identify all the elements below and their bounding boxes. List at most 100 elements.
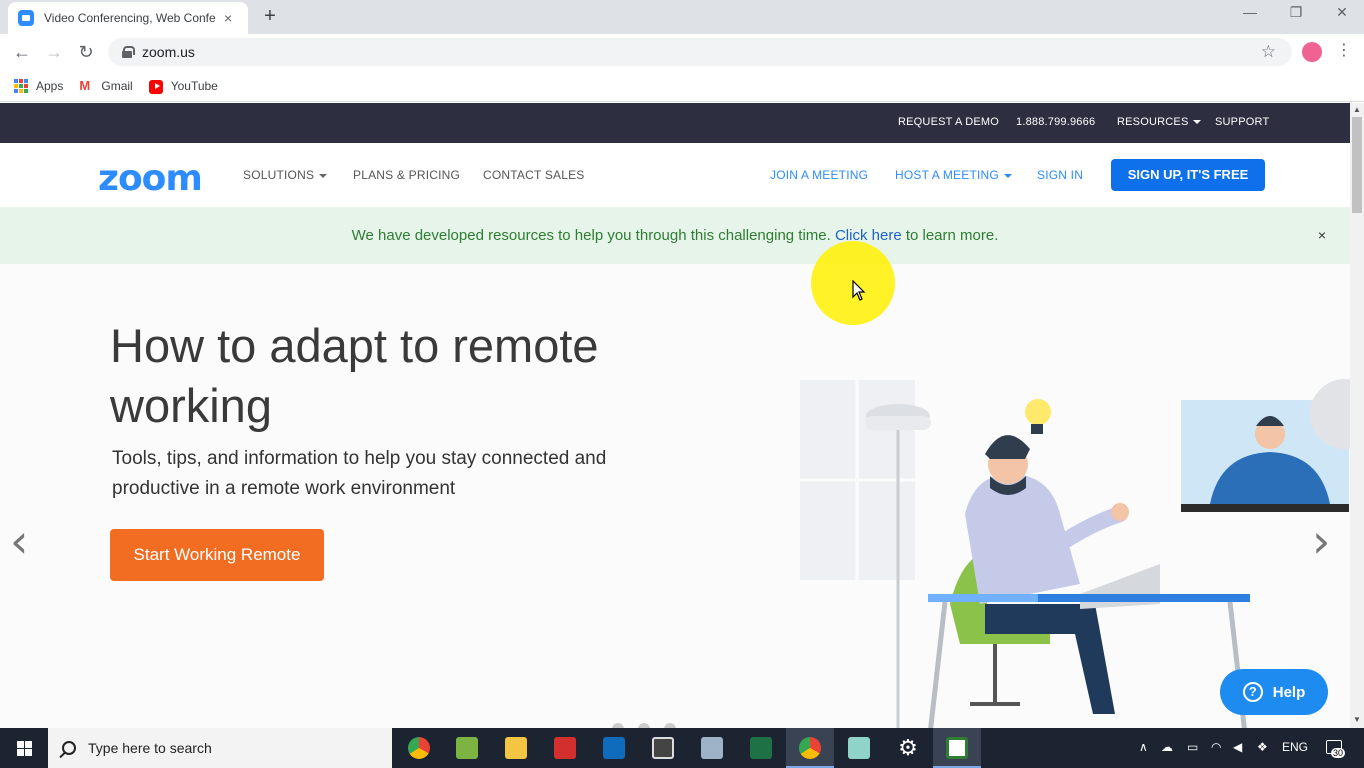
plans-pricing-link[interactable]: PLANS & PRICING [353, 168, 460, 182]
host-meeting-label: HOST A MEETING [895, 168, 999, 182]
browser-toolbar: ← → ↻ zoom.us ☆ [0, 34, 1364, 70]
video-call-toolbar [1181, 504, 1349, 512]
help-button[interactable]: ? Help [1220, 669, 1328, 715]
taskbar-search-placeholder: Type here to search [88, 740, 212, 756]
taskbar-app-7[interactable] [688, 728, 736, 768]
zoom-main-nav: zoom SOLUTIONS PLANS & PRICING CONTACT S… [0, 143, 1350, 207]
start-working-remote-button[interactable]: Start Working Remote [110, 529, 324, 581]
worker-hair [985, 435, 1030, 459]
bookmark-apps[interactable]: Apps [14, 78, 63, 93]
excel-icon [750, 737, 772, 759]
tab-close-icon[interactable]: × [224, 10, 232, 26]
url-text: zoom.us [142, 44, 195, 60]
bookmark-label: Gmail [101, 78, 133, 93]
tray-overflow-icon[interactable]: ∧ [1139, 740, 1148, 754]
notice-close-icon[interactable]: × [1318, 207, 1326, 264]
floor-lamp-shade [865, 416, 931, 430]
lock-icon [122, 46, 135, 58]
scroll-up-icon[interactable]: ▲ [1353, 105, 1361, 114]
forward-arrow-icon[interactable]: → [43, 41, 65, 63]
close-window-icon[interactable]: ✕ [1330, 4, 1354, 21]
apps-grid-icon [14, 78, 28, 93]
outlook-icon [603, 737, 625, 759]
minimize-window-icon[interactable]: — [1238, 4, 1262, 20]
dropbox-icon[interactable]: ❖ [1257, 740, 1268, 754]
sign-up-button[interactable]: SIGN UP, IT'S FREE [1111, 159, 1265, 191]
taskbar-excel[interactable] [737, 728, 785, 768]
gear-icon: ⚙ [898, 735, 918, 760]
chrome-profile-icon [799, 737, 821, 759]
taskbar-calculator[interactable] [639, 728, 687, 768]
new-tab-button[interactable]: + [259, 5, 281, 27]
join-meeting-link[interactable]: JOIN A MEETING [770, 168, 868, 182]
camtasia-icon [946, 737, 968, 759]
onedrive-cloud-icon[interactable]: ☁ [1161, 740, 1173, 754]
notes-icon [848, 737, 870, 759]
worker-arm [1052, 506, 1128, 552]
help-question-icon: ? [1242, 682, 1263, 702]
taskbar-outlook[interactable] [590, 728, 638, 768]
laptop [1080, 564, 1160, 609]
desk-top-highlight [928, 594, 1038, 602]
bookmark-youtube[interactable]: YouTube [148, 78, 218, 94]
bookmark-gmail[interactable]: M Gmail [79, 78, 133, 93]
taskbar-app-10[interactable] [835, 728, 883, 768]
zoom-favicon-icon [18, 10, 34, 26]
back-arrow-icon[interactable]: ← [11, 41, 33, 63]
youtube-icon [148, 79, 163, 94]
chart-app-icon [456, 737, 478, 759]
request-demo-link[interactable]: REQUEST A DEMO [898, 116, 999, 128]
resources-dropdown[interactable]: RESOURCES [1117, 116, 1202, 128]
browser-tab-strip: Video Conferencing, Web Conferencing, We… [0, 0, 1364, 34]
support-link[interactable]: SUPPORT [1215, 116, 1269, 128]
notice-banner: We have developed resources to help you … [0, 207, 1350, 264]
photos-icon [701, 737, 723, 759]
solutions-label: SOLUTIONS [243, 168, 315, 182]
battery-icon[interactable]: ▭ [1187, 740, 1198, 754]
worker-hand [1111, 503, 1129, 521]
phone-link[interactable]: 1.888.799.9666 [1016, 116, 1095, 128]
q-app-icon [554, 737, 576, 759]
volume-icon[interactable]: ◀ [1233, 740, 1242, 754]
scrollbar-thumb[interactable] [1352, 117, 1362, 213]
reload-icon[interactable]: ↻ [75, 41, 97, 63]
language-indicator[interactable]: ENG [1282, 740, 1308, 754]
folder-icon [505, 737, 527, 759]
caret-down-icon [1003, 173, 1012, 178]
taskbar-chrome-active[interactable] [786, 728, 834, 768]
windows-logo-icon [16, 740, 32, 756]
contact-sales-link[interactable]: CONTACT SALES [483, 168, 585, 182]
help-label: Help [1272, 683, 1306, 701]
carousel-prev-icon[interactable]: ‹ [10, 514, 28, 568]
taskbar-search-box[interactable]: Type here to search [48, 728, 392, 768]
sign-in-link[interactable]: SIGN IN [1037, 168, 1083, 182]
bookmark-star-icon[interactable]: ☆ [1261, 42, 1276, 62]
notice-text-after: to learn more. [901, 227, 999, 244]
windows-start-button[interactable] [0, 728, 48, 768]
zoom-logo[interactable]: zoom [98, 158, 203, 199]
wifi-icon[interactable]: ◠ [1211, 740, 1221, 754]
browser-tab-zoom[interactable]: Video Conferencing, Web Conferencing, We… [8, 2, 248, 34]
notice-text-before: We have developed resources to help you … [351, 227, 835, 244]
scroll-down-icon[interactable]: ▼ [1353, 715, 1361, 724]
caret-down-icon [1193, 120, 1202, 125]
taskbar-app-2[interactable] [443, 728, 491, 768]
taskbar-file-explorer[interactable] [492, 728, 540, 768]
chrome-icon [408, 737, 430, 759]
solutions-dropdown[interactable]: SOLUTIONS [243, 168, 328, 182]
page-scrollbar[interactable]: ▲ ▼ [1350, 103, 1364, 728]
hero-carousel: How to adapt to remote working Tools, ti… [0, 264, 1350, 728]
taskbar-camtasia[interactable] [933, 728, 981, 768]
bookmarks-bar: Apps M Gmail YouTube [0, 70, 1364, 102]
browser-menu-icon[interactable]: ⋮ [1336, 40, 1352, 60]
tab-title: Video Conferencing, Web Conferencing, We… [44, 11, 216, 25]
profile-avatar[interactable] [1302, 42, 1322, 62]
taskbar-settings[interactable]: ⚙ [884, 728, 932, 768]
host-meeting-dropdown[interactable]: HOST A MEETING [895, 168, 1012, 182]
hero-subtitle: Tools, tips, and information to help you… [112, 448, 607, 499]
taskbar-chrome-app[interactable] [395, 728, 443, 768]
taskbar-app-4[interactable] [541, 728, 589, 768]
hero-title: How to adapt to remote working [110, 319, 599, 432]
restore-window-icon[interactable]: ❐ [1284, 4, 1308, 21]
address-bar[interactable]: zoom.us ☆ [108, 38, 1292, 66]
